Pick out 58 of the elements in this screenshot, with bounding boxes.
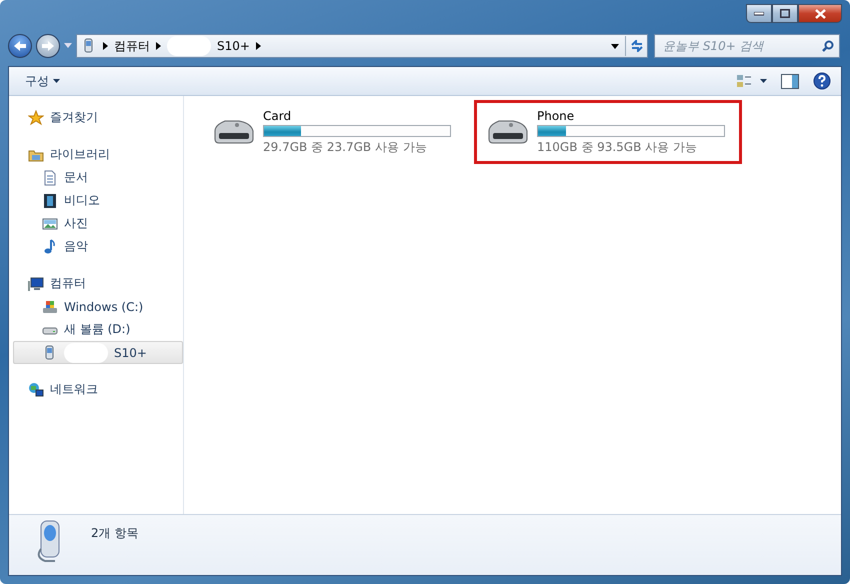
- sidebar-item[interactable]: 음악: [13, 235, 183, 258]
- forward-button[interactable]: [36, 34, 60, 58]
- image-icon: [42, 216, 58, 232]
- sidebar-item[interactable]: 비디오: [13, 189, 183, 212]
- help-icon: [813, 72, 831, 90]
- preview-pane-icon: [781, 74, 799, 88]
- star-icon: [28, 110, 44, 126]
- chevron-icon: [256, 42, 261, 50]
- sidebar-item[interactable]: 문서: [13, 166, 183, 189]
- maximize-button[interactable]: [772, 4, 798, 23]
- sidebar-item[interactable]: 라이브러리: [13, 143, 183, 166]
- address-bar[interactable]: 컴퓨터 S10+: [76, 34, 648, 58]
- close-button[interactable]: [798, 4, 842, 23]
- sidebar-item[interactable]: 네트워크: [13, 378, 183, 401]
- minimize-button[interactable]: [746, 4, 772, 23]
- free-space-label: 110GB 중 93.5GB 사용 가능: [537, 138, 698, 156]
- caret-icon: [53, 79, 60, 83]
- film-icon: [42, 192, 58, 208]
- music-note-icon: [42, 238, 58, 254]
- back-button[interactable]: [8, 34, 32, 58]
- item-count: 2개 항목: [91, 525, 138, 542]
- caret-icon: [64, 43, 72, 49]
- system-drive-icon: [42, 298, 58, 314]
- chevron-icon: [156, 42, 161, 50]
- maximize-icon: [780, 9, 790, 18]
- drive-tile[interactable]: Phone 110GB 중 93.5GB 사용 가능: [474, 100, 742, 164]
- breadcrumb[interactable]: S10+: [217, 39, 250, 53]
- sidebar-item[interactable]: 즐겨찾기: [13, 106, 183, 129]
- refresh-icon: [630, 40, 644, 52]
- caret-icon: [760, 79, 767, 83]
- preview-pane-button[interactable]: [781, 74, 799, 88]
- help-button[interactable]: [813, 72, 831, 90]
- document-icon: [42, 170, 58, 186]
- sidebar-item[interactable]: S10+: [13, 341, 183, 364]
- breadcrumb[interactable]: 컴퓨터: [114, 38, 150, 54]
- sidebar-item[interactable]: 컴퓨터: [13, 272, 183, 295]
- search-icon[interactable]: [822, 40, 834, 52]
- view-icon: [736, 74, 752, 88]
- address-dropdown[interactable]: [611, 44, 619, 48]
- history-dropdown[interactable]: [64, 43, 72, 49]
- minimize-icon: [754, 12, 764, 16]
- organize-menu[interactable]: 구성: [25, 72, 60, 90]
- computer-icon: [28, 276, 44, 292]
- caret-icon: [611, 44, 619, 48]
- sidebar-item[interactable]: 사진: [13, 212, 183, 235]
- drive-name: Card: [263, 108, 292, 122]
- view-options-button[interactable]: [736, 74, 767, 88]
- search-field[interactable]: 윤놀부 S10+ 검색: [654, 34, 840, 58]
- sidebar-item[interactable]: Windows (C:): [13, 295, 183, 318]
- arrow-left-icon: [13, 40, 27, 52]
- drive-name: Phone: [537, 108, 576, 122]
- drive-tile[interactable]: Card 29.7GB 중 23.7GB 사용 가능: [200, 100, 468, 164]
- network-icon: [28, 382, 44, 398]
- sidebar-item[interactable]: 새 볼륨 (D:): [13, 318, 183, 341]
- free-space-label: 29.7GB 중 23.7GB 사용 가능: [263, 138, 428, 156]
- close-icon: [814, 8, 826, 18]
- arrow-right-icon: [41, 40, 55, 52]
- chevron-icon: [103, 42, 108, 50]
